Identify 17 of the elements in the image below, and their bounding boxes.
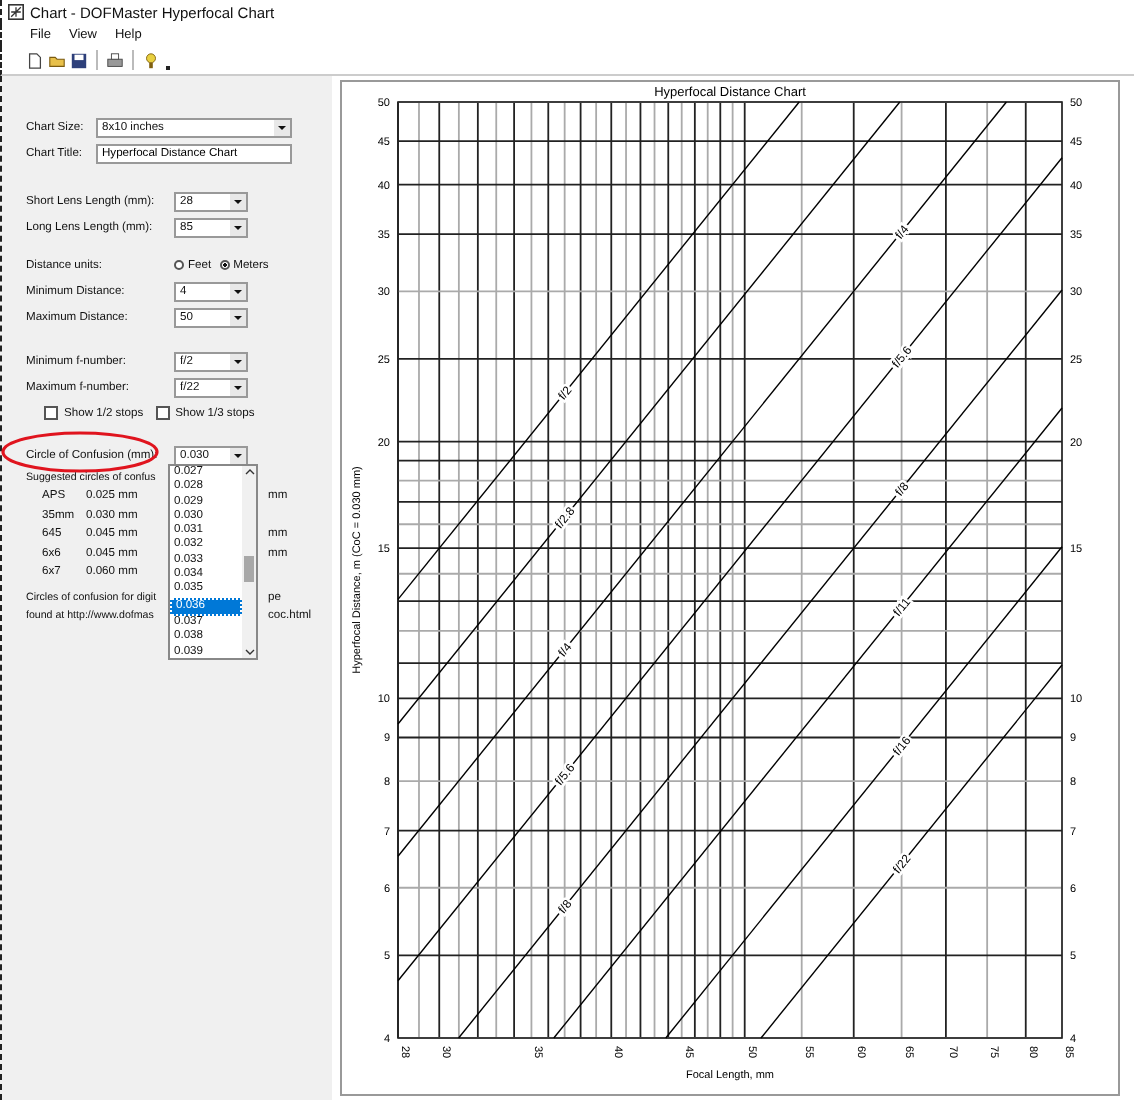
new-document-icon[interactable] [26, 51, 44, 69]
scroll-down-icon[interactable] [243, 648, 255, 656]
caret-icon [234, 289, 242, 293]
caret-icon [234, 453, 242, 457]
caret-icon [234, 359, 242, 363]
scroll-up-icon[interactable] [243, 468, 255, 476]
folder-icon[interactable] [48, 51, 66, 69]
caret-icon [278, 125, 286, 129]
caret-icon [234, 315, 242, 319]
caret-icon [234, 385, 242, 389]
print-icon[interactable] [106, 51, 124, 69]
scroll-thumb[interactable] [244, 555, 254, 583]
caret-icon [234, 199, 242, 203]
caret-icon [234, 225, 242, 229]
save-icon[interactable] [70, 51, 88, 69]
scrollbar[interactable] [242, 466, 256, 658]
help-icon[interactable] [142, 51, 160, 69]
